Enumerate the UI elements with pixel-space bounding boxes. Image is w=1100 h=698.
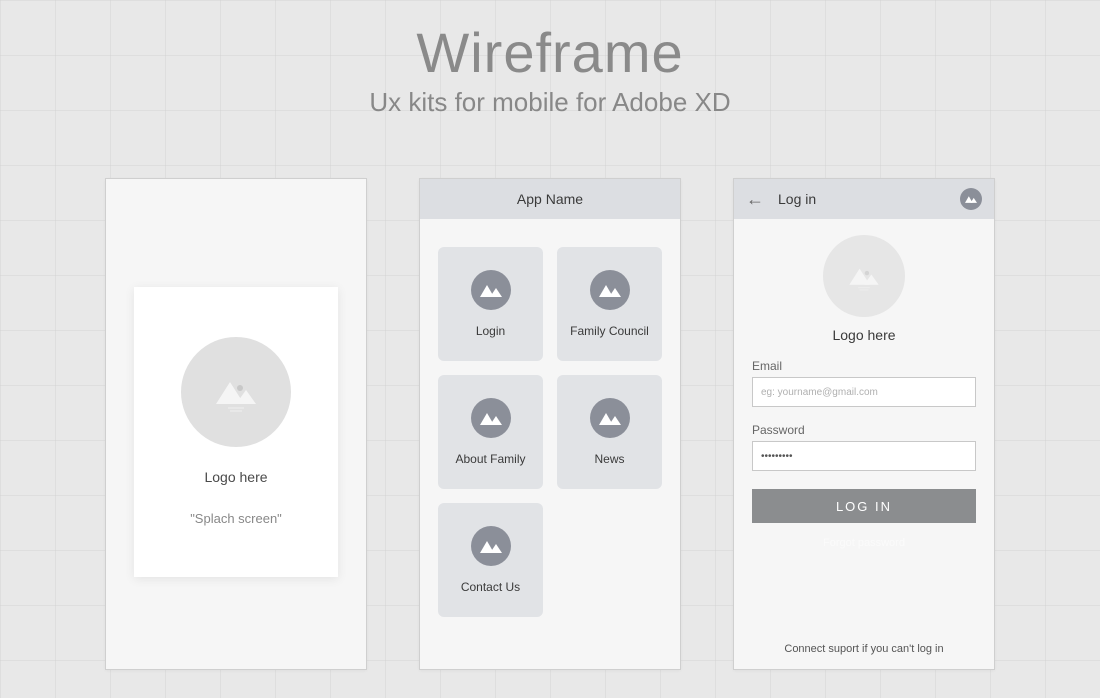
email-field[interactable]: [752, 377, 976, 407]
login-logo-label: Logo here: [752, 327, 976, 343]
password-label: Password: [752, 423, 976, 437]
tile-label: News: [594, 452, 624, 466]
image-icon: [590, 398, 630, 438]
tile-label: Contact Us: [461, 580, 520, 594]
login-logo-placeholder: [823, 235, 905, 317]
screen-splash: Logo here "Splach screen": [105, 178, 367, 670]
menu-tile-family-council[interactable]: Family Council: [557, 247, 662, 361]
image-icon: [471, 398, 511, 438]
tile-label: Login: [476, 324, 505, 338]
email-label: Email: [752, 359, 976, 373]
image-icon: [471, 270, 511, 310]
mountain-icon: [842, 261, 886, 291]
splash-caption: "Splach screen": [190, 511, 282, 526]
menu-tile-login[interactable]: Login: [438, 247, 543, 361]
support-text: Connect suport if you can't log in: [734, 643, 994, 655]
menu-topbar: App Name: [420, 179, 680, 219]
screens-row: Logo here "Splach screen" App Name Login…: [0, 178, 1100, 670]
splash-card: Logo here "Splach screen": [134, 287, 338, 577]
page-title: Wireframe: [0, 20, 1100, 85]
login-title: Log in: [778, 191, 816, 207]
login-body: Logo here Email Password LOG IN Forgot p…: [734, 219, 994, 549]
mountain-icon: [206, 372, 266, 412]
menu-grid: Login Family Council About Family News: [420, 219, 680, 617]
app-name-label: App Name: [517, 191, 583, 207]
page-subtitle: Ux kits for mobile for Adobe XD: [0, 87, 1100, 118]
back-arrow-icon[interactable]: ←: [746, 189, 764, 210]
tile-label: About Family: [455, 452, 525, 466]
login-button[interactable]: LOG IN: [752, 489, 976, 523]
screen-menu: App Name Login Family Council About Fami…: [419, 178, 681, 670]
avatar-icon[interactable]: [960, 188, 982, 210]
image-icon: [590, 270, 630, 310]
tile-label: Family Council: [570, 324, 649, 338]
password-field[interactable]: [752, 441, 976, 471]
menu-tile-contact-us[interactable]: Contact Us: [438, 503, 543, 617]
menu-tile-about-family[interactable]: About Family: [438, 375, 543, 489]
logo-placeholder: [181, 337, 291, 447]
login-topbar: ← Log in: [734, 179, 994, 219]
forgot-password-link[interactable]: Forgot password: [752, 537, 976, 549]
page-header: Wireframe Ux kits for mobile for Adobe X…: [0, 0, 1100, 118]
image-icon: [471, 526, 511, 566]
splash-logo-label: Logo here: [204, 469, 267, 485]
menu-tile-news[interactable]: News: [557, 375, 662, 489]
screen-login: ← Log in Logo here Email Password: [733, 178, 995, 670]
